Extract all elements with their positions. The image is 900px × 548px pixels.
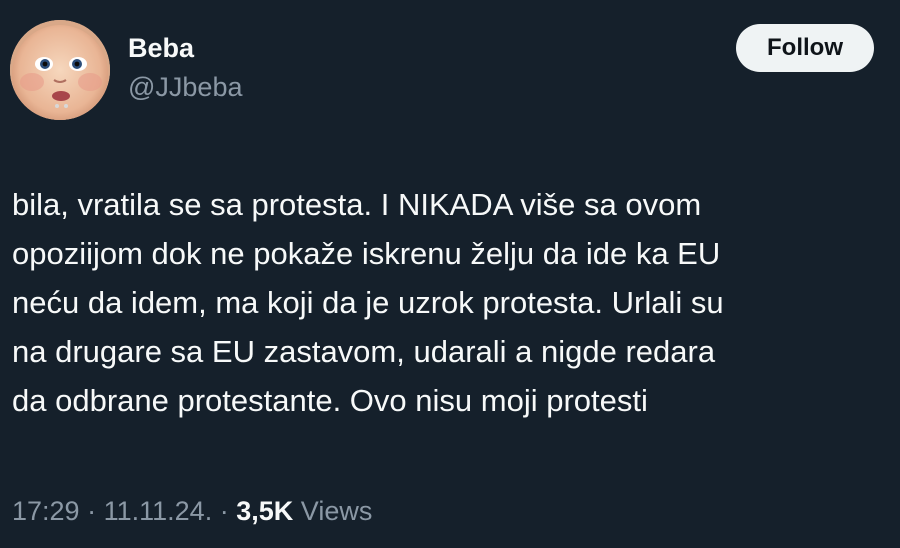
tweet-time[interactable]: 17:29 [12, 496, 80, 526]
baby-face-avatar-icon [10, 20, 110, 120]
author-display-name[interactable]: Beba [128, 32, 242, 64]
tweet-header: Beba @JJbeba Follow [10, 18, 890, 120]
tweet-card: Beba @JJbeba Follow bila, vratila se sa … [0, 0, 900, 548]
avatar[interactable] [10, 20, 110, 120]
meta-separator: · [87, 496, 97, 526]
tweet-text-line: opoziijom dok ne pokaže iskrenu želju da… [12, 236, 721, 271]
follow-button[interactable]: Follow [736, 24, 874, 72]
tweet-meta: 17:29 · 11.11.24. · 3,5K Views [12, 494, 372, 528]
tweet-text-line: bila, vratila se sa protesta. I NIKADA v… [12, 187, 702, 222]
tweet-date[interactable]: 11.11.24. [104, 496, 213, 526]
tweet-text-line: da odbrane protestante. Ovo nisu moji pr… [12, 383, 648, 418]
author-names: Beba @JJbeba [128, 32, 242, 104]
meta-separator: · [219, 496, 229, 526]
views-label: Views [300, 496, 373, 526]
tweet-text-line: na drugare sa EU zastavom, udarali a nig… [12, 334, 716, 369]
views-count[interactable]: 3,5K [236, 496, 293, 526]
author-handle[interactable]: @JJbeba [128, 70, 242, 104]
tweet-text-line: neću da idem, ma koji da je uzrok protes… [12, 285, 724, 320]
tweet-text: bila, vratila se sa protesta. I NIKADA v… [12, 180, 892, 425]
